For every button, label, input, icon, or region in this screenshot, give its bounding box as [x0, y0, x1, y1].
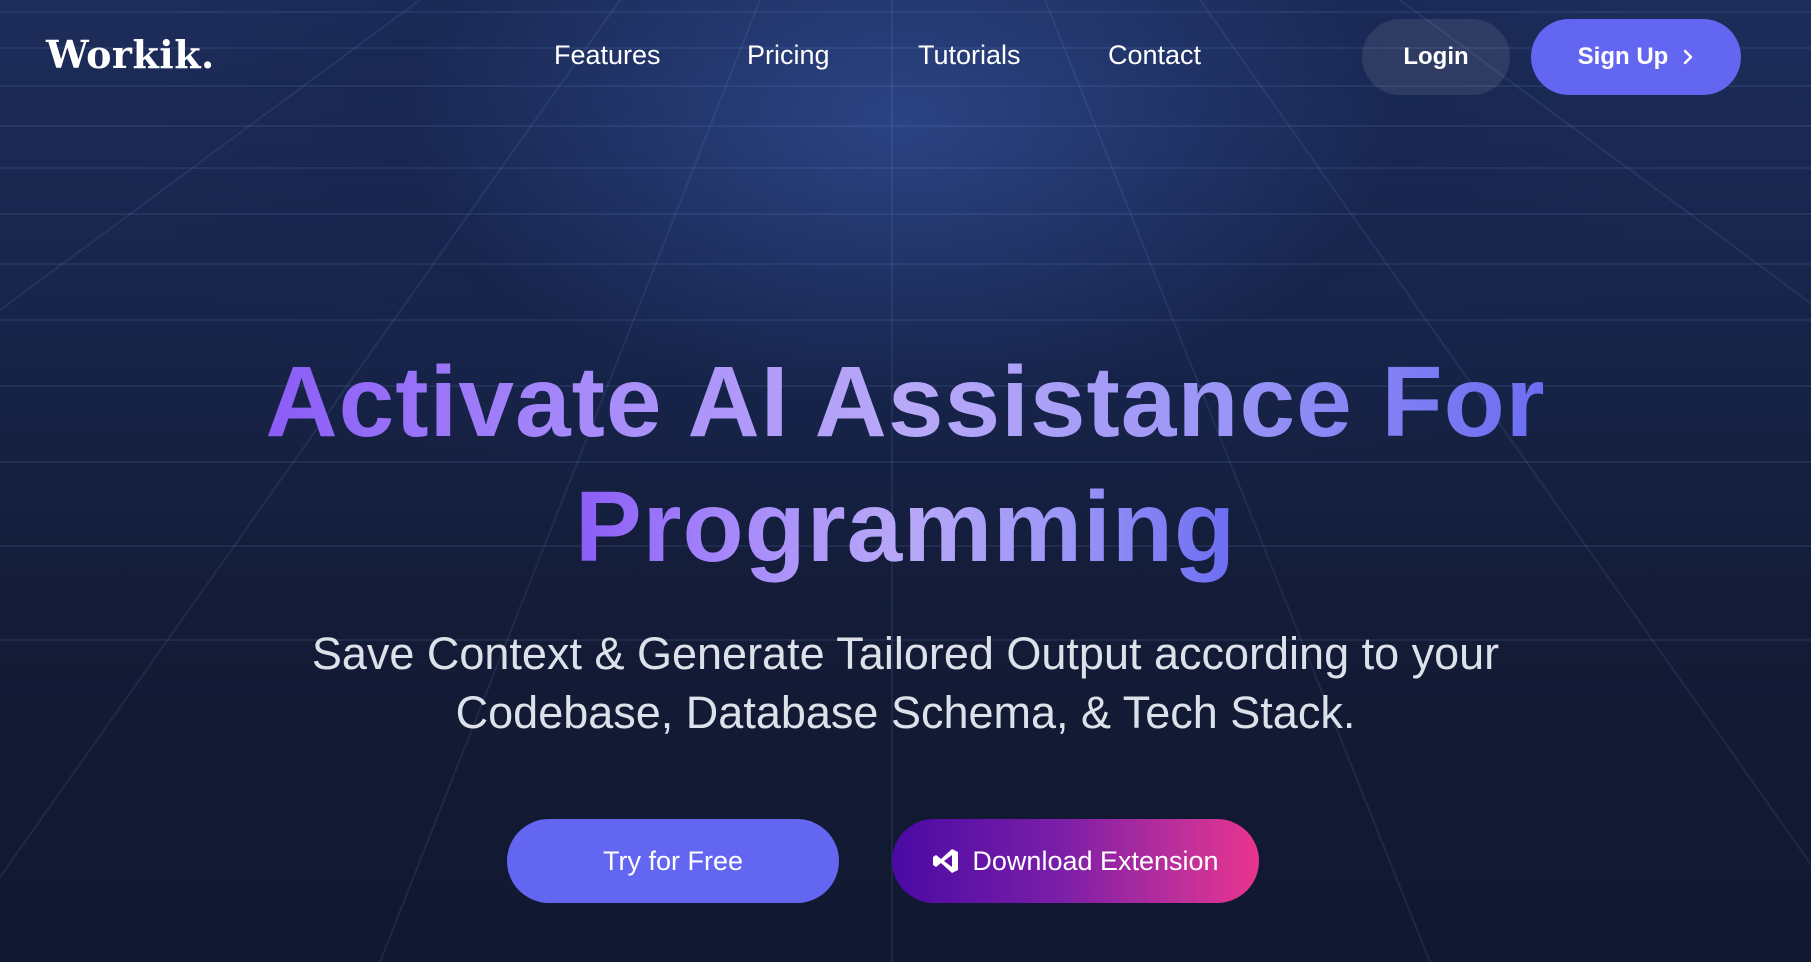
nav-link-tutorials[interactable]: Tutorials: [918, 40, 1021, 71]
top-navigation-bar: Workik. Features Pricing Tutorials Conta…: [0, 0, 1811, 114]
hero-subtitle-line-2: Codebase, Database Schema, & Tech Stack.: [455, 687, 1356, 738]
sign-up-button[interactable]: Sign Up: [1531, 19, 1741, 95]
login-button-label: Login: [1403, 43, 1469, 70]
hero-title-line-2: Programming: [574, 471, 1237, 583]
nav-link-features[interactable]: Features: [554, 40, 661, 71]
download-extension-button[interactable]: Download Extension: [892, 819, 1259, 903]
vscode-icon: [932, 847, 960, 875]
sign-up-button-label: Sign Up: [1577, 43, 1669, 70]
chevron-right-icon: [1682, 48, 1694, 66]
try-for-free-button[interactable]: Try for Free: [507, 819, 839, 903]
hero-title-line-1: Activate AI Assistance For: [265, 346, 1546, 458]
login-button[interactable]: Login: [1362, 19, 1510, 95]
hero-subtitle: Save Context & Generate Tailored Output …: [0, 624, 1811, 742]
try-for-free-label: Try for Free: [602, 845, 743, 876]
nav-link-pricing[interactable]: Pricing: [747, 40, 830, 71]
hero-subtitle-line-1: Save Context & Generate Tailored Output …: [311, 628, 1500, 679]
nav-link-contact[interactable]: Contact: [1108, 40, 1201, 71]
hero-title: Activate AI Assistance For Programming: [0, 340, 1811, 590]
download-extension-label: Download Extension: [972, 845, 1219, 876]
